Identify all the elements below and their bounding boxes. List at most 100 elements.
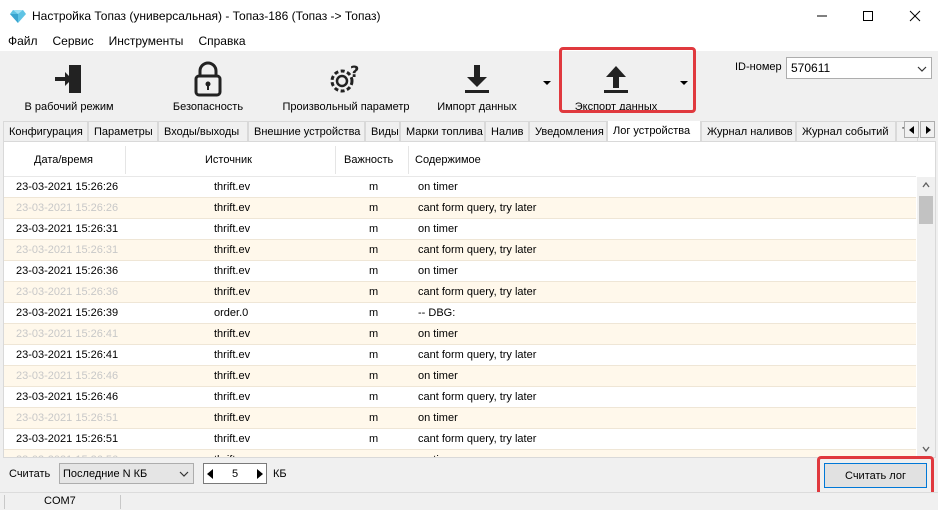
cell-source: thrift.ev xyxy=(214,223,251,235)
menu-tools[interactable]: Инструменты xyxy=(101,34,191,48)
chevron-down-icon xyxy=(179,469,189,482)
tab-io[interactable]: Входы/выходы xyxy=(158,121,248,141)
column-divider[interactable] xyxy=(408,146,409,174)
col-source[interactable]: Источник xyxy=(205,154,252,166)
table-row[interactable]: 23-03-2021 15:26:26 thrift.ev m cant form q… xyxy=(4,198,916,219)
tab-types[interactable]: Виды xyxy=(365,121,400,141)
table-row[interactable]: 23-03-2021 15:26:41 thrift.ev m on timer xyxy=(4,324,916,345)
read-log-highlight-frame xyxy=(817,456,934,496)
kb-value[interactable]: 5 xyxy=(232,468,238,480)
scroll-down-icon[interactable] xyxy=(922,446,930,452)
decrement-arrow-icon[interactable] xyxy=(207,468,214,479)
cell-content: cant form query, try later xyxy=(418,202,537,214)
tab-scroll-right[interactable] xyxy=(920,121,935,138)
tab-device-log[interactable]: Лог устройства xyxy=(607,121,701,141)
tab-event-journal[interactable]: Журнал событий xyxy=(796,121,896,141)
table-row[interactable]: 23-03-2021 15:26:51 thrift.ev m on timer xyxy=(4,408,916,429)
cell-source: thrift.ev xyxy=(214,391,251,403)
tab-external-devices[interactable]: Внешние устройства xyxy=(248,121,365,141)
cell-datetime: 23-03-2021 15:26:26 xyxy=(16,202,119,214)
scroll-up-icon[interactable] xyxy=(922,182,930,188)
cell-source: thrift.ev xyxy=(214,286,251,298)
maximize-button[interactable] xyxy=(845,0,891,31)
cell-severity: m xyxy=(369,370,379,382)
import-dropdown-icon[interactable] xyxy=(543,81,551,85)
table-row[interactable]: 23-03-2021 15:26:46 thrift.ev m cant form q… xyxy=(4,387,916,408)
table-row[interactable]: 23-03-2021 15:26:51 thrift.ev m cant form q… xyxy=(4,429,916,450)
menu-file[interactable]: Файл xyxy=(0,34,45,48)
cell-datetime: 23-03-2021 15:26:31 xyxy=(16,223,119,235)
cell-source: thrift.ev xyxy=(214,370,251,382)
work-mode-label: В рабочий режим xyxy=(24,101,114,113)
cell-severity: m xyxy=(369,223,379,235)
cell-severity: m xyxy=(369,412,379,424)
column-divider[interactable] xyxy=(125,146,126,174)
kb-unit-label: КБ xyxy=(273,468,287,480)
close-button[interactable] xyxy=(892,0,938,31)
lock-icon xyxy=(188,59,228,99)
table-row[interactable]: 23-03-2021 15:26:36 thrift.ev m on timer xyxy=(4,261,916,282)
cell-severity: m xyxy=(369,181,379,193)
cell-content: cant form query, try later xyxy=(418,244,537,256)
download-arrow-icon xyxy=(457,59,497,99)
work-mode-button[interactable]: В рабочий режим xyxy=(14,51,124,119)
cell-datetime: 23-03-2021 15:26:51 xyxy=(16,433,119,445)
gear-question-icon: ? xyxy=(326,59,366,99)
cell-source: thrift.ev xyxy=(214,265,251,277)
minimize-icon xyxy=(817,15,827,16)
tab-strip: Конфигурация Параметры Входы/выходы Внеш… xyxy=(3,121,918,141)
status-bar: COM7 xyxy=(0,492,938,510)
cell-source: thrift.ev xyxy=(214,244,251,256)
table-row[interactable]: 23-03-2021 15:26:46 thrift.ev m on timer xyxy=(4,366,916,387)
tab-params[interactable]: Параметры xyxy=(88,121,158,141)
log-scrollbar[interactable] xyxy=(917,177,935,457)
menu-help[interactable]: Справка xyxy=(190,34,252,48)
import-label: Импорт данных xyxy=(437,101,517,113)
cell-content: on timer xyxy=(418,370,458,382)
cell-content: cant form query, try later xyxy=(418,433,537,445)
col-datetime[interactable]: Дата/время xyxy=(34,154,93,166)
tab-filling[interactable]: Налив xyxy=(485,121,529,141)
status-divider xyxy=(120,495,121,509)
table-row[interactable]: 23-03-2021 15:26:31 thrift.ev m on timer xyxy=(4,219,916,240)
custom-param-button[interactable]: ? Произвольный параметр xyxy=(280,51,412,119)
column-divider[interactable] xyxy=(335,146,336,174)
chevron-down-icon xyxy=(917,63,927,77)
table-row[interactable]: 23-03-2021 15:26:41 thrift.ev m cant form q… xyxy=(4,345,916,366)
import-button[interactable]: Импорт данных xyxy=(432,51,522,119)
close-icon xyxy=(909,10,921,21)
table-row[interactable]: 23-03-2021 15:26:26 thrift.ev m on timer xyxy=(4,177,916,198)
id-number-select[interactable]: 570611 xyxy=(786,57,932,79)
menu-service[interactable]: Сервис xyxy=(45,34,101,48)
scrollbar-thumb[interactable] xyxy=(919,196,933,224)
tab-fuel-grades[interactable]: Марки топлива xyxy=(400,121,485,141)
title-bar: Настройка Топаз (универсальная) - Топаз-… xyxy=(0,0,938,31)
cell-severity: m xyxy=(369,433,379,445)
increment-arrow-icon[interactable] xyxy=(256,468,263,479)
minimize-button[interactable] xyxy=(799,0,845,31)
tab-config[interactable]: Конфигурация xyxy=(3,121,88,141)
table-row[interactable]: 23-03-2021 15:26:56thrift.evmon timer xyxy=(4,450,916,457)
tab-scroll-left[interactable] xyxy=(904,121,919,138)
col-content[interactable]: Содержимое xyxy=(415,154,481,166)
tab-notifications[interactable]: Уведомления xyxy=(529,121,607,141)
enter-door-icon xyxy=(49,59,89,99)
read-mode-select[interactable]: Последние N КБ xyxy=(59,463,194,484)
cell-datetime: 23-03-2021 15:26:39 xyxy=(16,307,119,319)
table-row[interactable]: 23-03-2021 15:26:39 order.0 m -- DBG: xyxy=(4,303,916,324)
table-row[interactable]: 23-03-2021 15:26:31 thrift.ev m cant form q… xyxy=(4,240,916,261)
cell-source: thrift.ev xyxy=(214,181,251,193)
cell-content: on timer xyxy=(418,223,458,235)
cell-source: thrift.ev xyxy=(214,328,251,340)
table-row[interactable]: 23-03-2021 15:26:36 thrift.ev m cant form q… xyxy=(4,282,916,303)
kb-stepper[interactable]: 5 xyxy=(203,463,267,484)
security-button[interactable]: Безопасность xyxy=(156,51,260,119)
col-severity[interactable]: Важность xyxy=(344,154,393,166)
cell-source: thrift.ev xyxy=(214,202,251,214)
cell-severity: m xyxy=(369,391,379,403)
cell-datetime: 23-03-2021 15:26:46 xyxy=(16,370,119,382)
read-label: Считать xyxy=(9,468,51,480)
tab-filling-journal[interactable]: Журнал наливов xyxy=(701,121,796,141)
cell-severity: m xyxy=(369,349,379,361)
maximize-icon xyxy=(863,10,873,21)
